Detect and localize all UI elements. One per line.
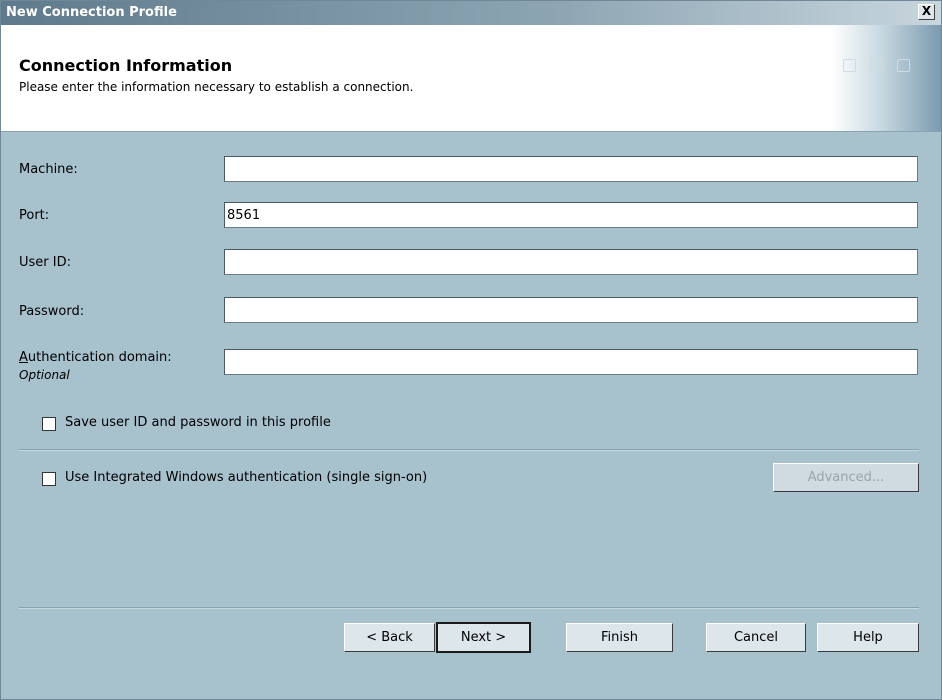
user-id-input[interactable] [224,249,918,275]
header-panel: Connection Information Please enter the … [1,25,941,132]
auth-domain-label-accelerator: A [19,350,28,365]
page-subtitle: Please enter the information necessary t… [19,80,414,94]
window-title: New Connection Profile [6,5,177,20]
close-icon: X [921,4,932,18]
title-bar[interactable]: New Connection Profile X [1,1,941,25]
header-decoration [831,25,941,131]
integrated-windows-label[interactable]: Use Integrated Windows authentication (s… [65,470,427,485]
page-title: Connection Information [19,56,233,75]
auth-domain-hint: Optional [19,368,70,382]
back-button[interactable]: < Back [344,623,435,652]
user-id-label: User ID: [19,255,71,270]
decoration-square-icon [897,59,910,72]
divider [19,449,919,451]
machine-input[interactable] [224,156,918,182]
save-credentials-label[interactable]: Save user ID and password in this profil… [65,415,331,430]
footer-divider [19,607,919,609]
close-button[interactable]: X [918,4,935,20]
port-label: Port: [19,208,50,223]
cancel-button[interactable]: Cancel [706,623,806,652]
password-label: Password: [19,304,85,319]
auth-domain-input[interactable] [224,349,918,375]
password-input[interactable] [224,297,918,323]
integrated-windows-checkbox[interactable] [42,472,56,486]
dialog-window: New Connection Profile X Connection Info… [0,0,942,700]
help-button[interactable]: Help [817,623,919,652]
auth-domain-label-text: uthentication domain: [27,350,172,365]
auth-domain-label: Authentication domain: [19,350,172,365]
finish-button[interactable]: Finish [566,623,673,652]
advanced-button[interactable]: Advanced... [773,463,919,492]
next-button[interactable]: Next > [436,622,531,653]
decoration-square-icon [870,59,883,72]
machine-label: Machine: [19,162,78,177]
save-credentials-checkbox[interactable] [42,417,56,431]
port-input[interactable] [224,202,918,228]
decoration-square-icon [843,59,856,72]
